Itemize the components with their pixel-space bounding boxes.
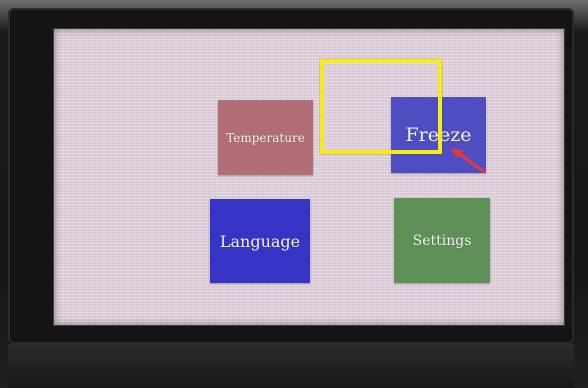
temperature-button-label: Temperature: [226, 130, 305, 145]
lcd-screen: Temperature Freeze Language Settings: [53, 28, 565, 326]
temperature-button[interactable]: Temperature: [218, 100, 313, 175]
device-bottom-panel: [8, 344, 574, 388]
settings-button-label: Settings: [412, 232, 472, 249]
device-photo: Temperature Freeze Language Settings: [0, 0, 588, 388]
language-button-label: Language: [219, 231, 301, 251]
language-button[interactable]: Language: [210, 199, 310, 283]
annotation-arrow-icon: [451, 148, 486, 174]
settings-button[interactable]: Settings: [394, 198, 490, 283]
